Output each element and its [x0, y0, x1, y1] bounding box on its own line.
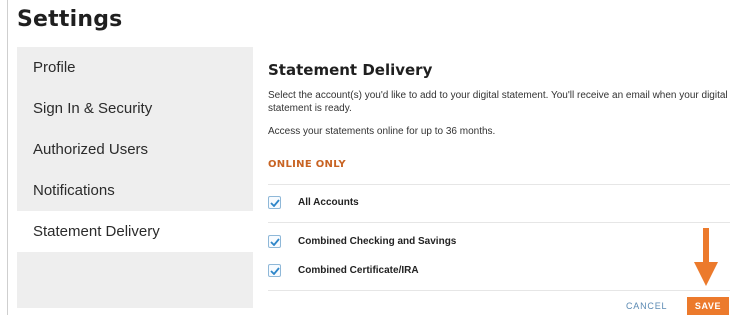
section-title: Statement Delivery — [268, 61, 433, 79]
access-note: Access your statements online for up to … — [268, 126, 496, 137]
account-label[interactable]: All Accounts — [298, 197, 359, 208]
sidebar-item-sign-in-security[interactable]: Sign In & Security — [17, 88, 253, 129]
save-button[interactable]: SAVE — [687, 297, 729, 315]
sidebar-item-label: Profile — [33, 59, 76, 76]
sidebar-item-statement-delivery[interactable]: Statement Delivery — [17, 211, 253, 252]
sidebar-item-label: Notifications — [33, 182, 115, 199]
check-icon — [269, 237, 280, 246]
page-title: Settings — [17, 7, 123, 32]
all-accounts-checkbox[interactable] — [268, 196, 281, 209]
account-row-checking-savings: Combined Checking and Savings — [268, 235, 456, 248]
description-text: Select the account(s) you'd like to add … — [268, 90, 728, 114]
checking-savings-checkbox[interactable] — [268, 235, 281, 248]
online-only-label: ONLINE ONLY — [268, 159, 346, 170]
sidebar-item-profile[interactable]: Profile — [17, 47, 253, 88]
divider — [268, 184, 730, 185]
sidebar-item-authorized-users[interactable]: Authorized Users — [17, 129, 253, 170]
sidebar-item-label: Statement Delivery — [33, 223, 160, 240]
sidebar-item-label: Sign In & Security — [33, 100, 153, 117]
check-icon — [269, 266, 280, 275]
settings-sidebar: Profile Sign In & Security Authorized Us… — [17, 47, 253, 315]
sidebar-item-label: Authorized Users — [33, 141, 149, 158]
divider — [268, 222, 730, 223]
check-icon — [269, 198, 280, 207]
sidebar-item-notifications[interactable]: Notifications — [17, 170, 253, 211]
cancel-button[interactable]: CANCEL — [626, 301, 667, 311]
certificate-ira-checkbox[interactable] — [268, 264, 281, 277]
account-row-certificate-ira: Combined Certificate/IRA — [268, 264, 419, 277]
sidebar-empty-area — [17, 252, 253, 308]
down-arrow-icon — [694, 228, 718, 286]
account-label[interactable]: Combined Checking and Savings — [298, 236, 456, 247]
account-label[interactable]: Combined Certificate/IRA — [298, 265, 419, 276]
left-border — [7, 0, 8, 315]
divider — [268, 290, 730, 291]
account-row-all: All Accounts — [268, 196, 359, 209]
